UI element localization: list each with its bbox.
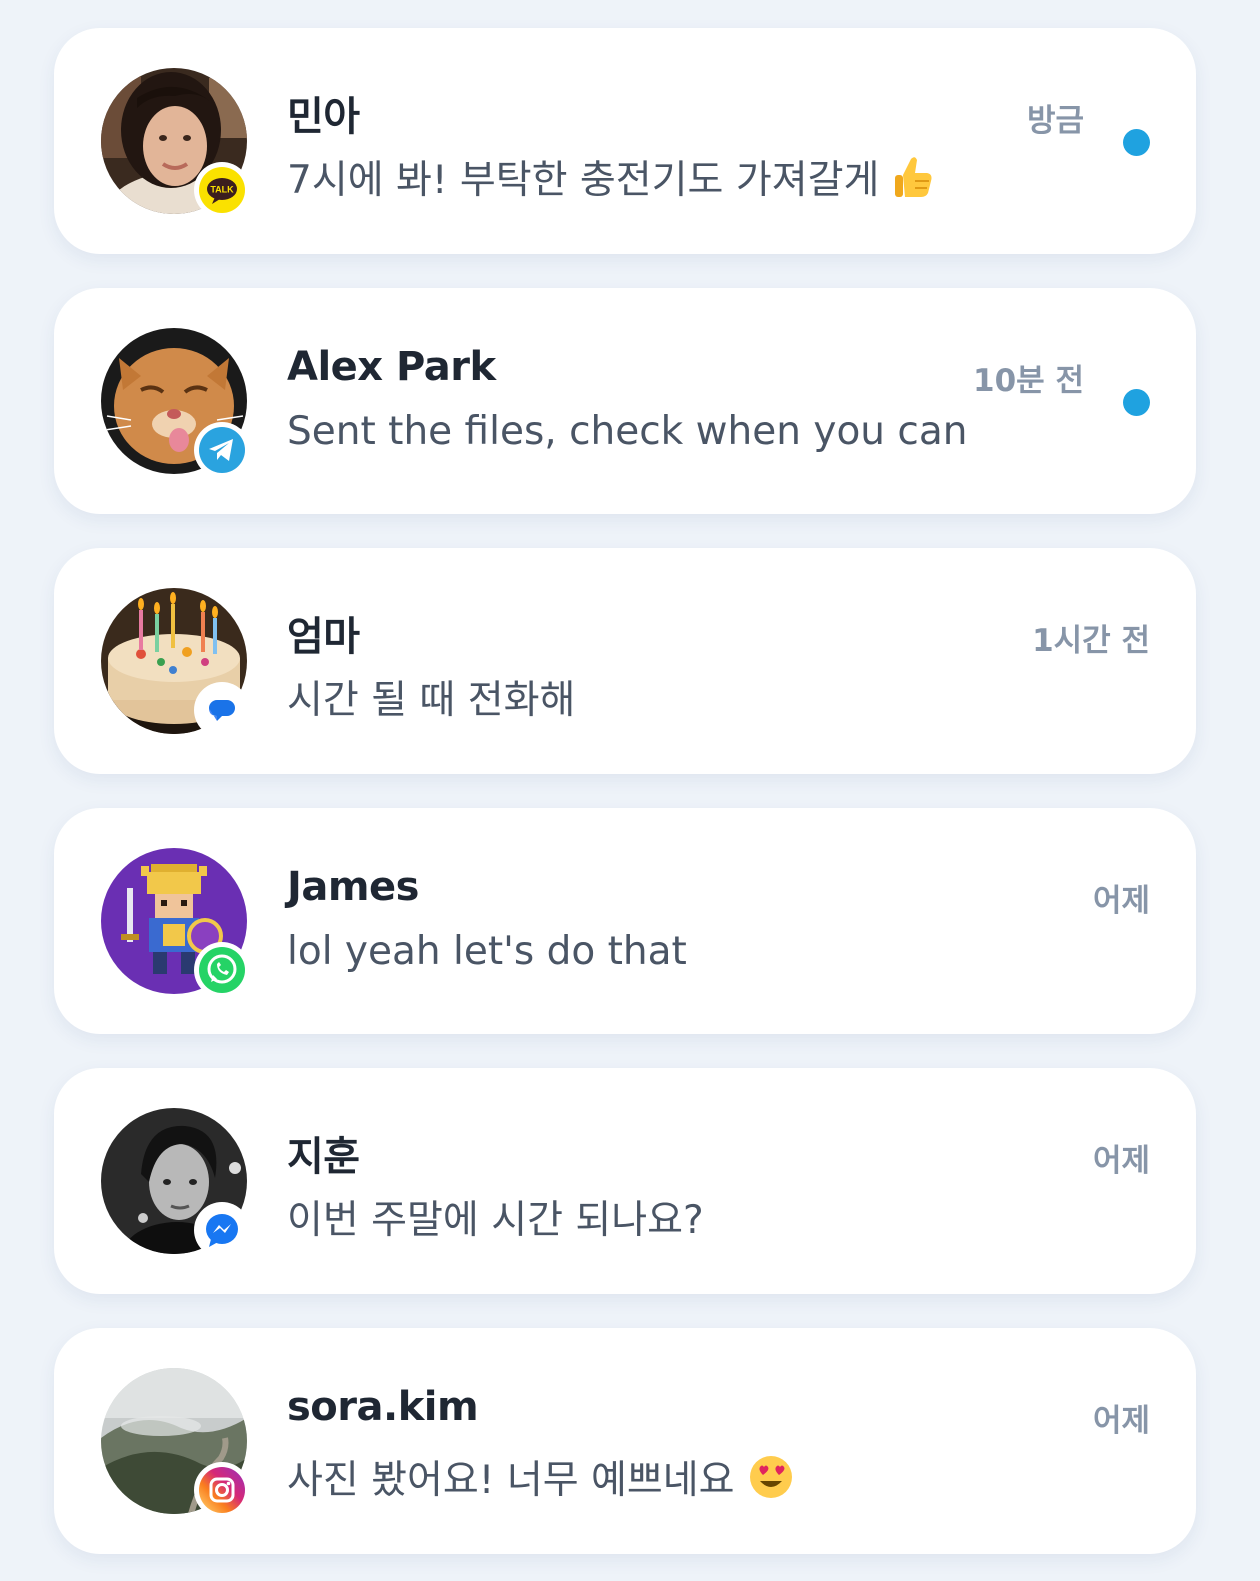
kakaotalk-badge-icon: TALK (194, 162, 250, 218)
messenger-badge-icon (194, 1202, 250, 1258)
message-preview: 사진 봤어요! 너무 예쁘네요 (287, 1449, 793, 1505)
message-preview: Sent the files, check when you can (287, 409, 967, 454)
unread-indicator (1123, 389, 1150, 416)
telegram-badge-icon (194, 422, 250, 478)
message-preview-text: 사진 봤어요! 너무 예쁘네요 (287, 1458, 735, 1503)
contact-name: sora.kim (287, 1384, 479, 1430)
contact-name: James (287, 864, 420, 910)
thumbs-up-emoji-icon (895, 157, 932, 197)
conversation-card[interactable]: 엄마 시간 될 때 전화해 1시간 전 (54, 548, 1196, 774)
conversation-card[interactable]: sora.kim 사진 봤어요! 너무 예쁘네요 어제 (54, 1328, 1196, 1554)
conversation-card[interactable]: Alex Park Sent the files, check when you… (54, 288, 1196, 514)
message-preview: lol yeah let's do that (287, 929, 687, 974)
message-preview-text: 7시에 봐! 부탁한 충전기도 가져갈게 (287, 158, 880, 203)
timestamp: 어제 (1092, 1403, 1150, 1439)
conversation-card[interactable]: James lol yeah let's do that 어제 (54, 808, 1196, 1034)
contact-name: 엄마 (287, 614, 360, 660)
message-preview: 시간 될 때 전화해 (287, 669, 575, 725)
timestamp: 어제 (1092, 1143, 1150, 1179)
conversation-list: TALK 민아 7시에 봐! 부탁한 충전기도 가져갈게 방금 Alex Par… (0, 0, 1260, 1581)
message-preview-text: Sent the files, check when you can (287, 409, 968, 454)
contact-name: Alex Park (287, 344, 496, 390)
instagram-badge-icon (194, 1462, 250, 1518)
contact-name: 민아 (287, 94, 360, 140)
google-messages-badge-icon (194, 682, 250, 738)
message-preview-text: 이번 주말에 시간 되나요? (287, 1198, 704, 1243)
message-preview-text: lol yeah let's do that (287, 929, 687, 974)
kakaotalk-badge-text: TALK (210, 185, 234, 195)
timestamp: 10분 전 (973, 363, 1084, 399)
unread-indicator (1123, 129, 1150, 156)
heart-eyes-emoji-icon (749, 1456, 792, 1498)
message-preview-text: 시간 될 때 전화해 (287, 678, 576, 723)
whatsapp-badge-icon (194, 942, 250, 998)
timestamp: 어제 (1092, 883, 1150, 919)
timestamp: 1시간 전 (1032, 623, 1150, 659)
timestamp: 방금 (1026, 103, 1084, 139)
message-preview: 7시에 봐! 부탁한 충전기도 가져갈게 (287, 149, 935, 205)
message-preview: 이번 주말에 시간 되나요? (287, 1189, 704, 1245)
contact-name: 지훈 (287, 1134, 360, 1180)
conversation-card[interactable]: TALK 민아 7시에 봐! 부탁한 충전기도 가져갈게 방금 (54, 28, 1196, 254)
conversation-card[interactable]: 지훈 이번 주말에 시간 되나요? 어제 (54, 1068, 1196, 1294)
